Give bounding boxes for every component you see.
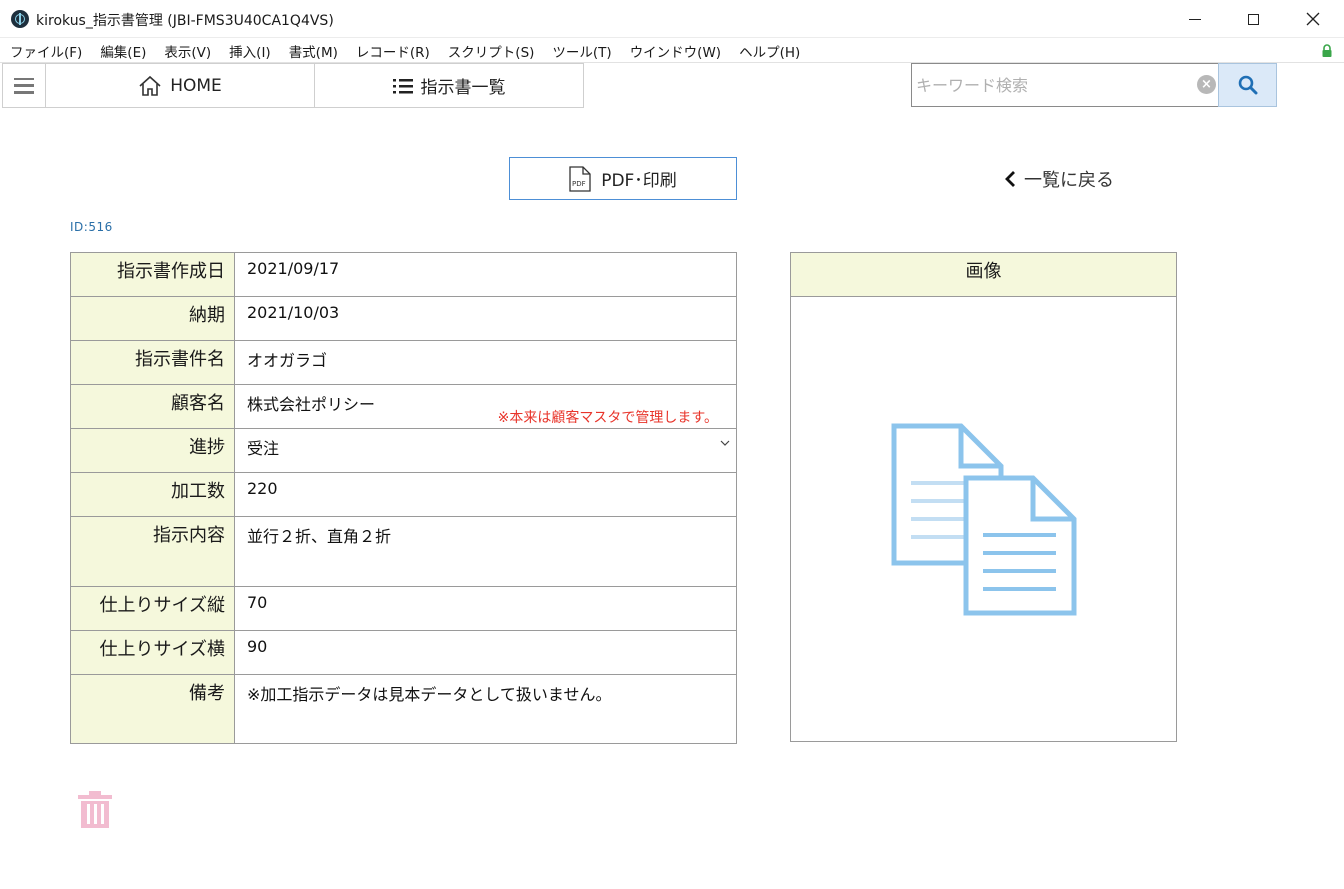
home-label: HOME [170,75,222,96]
minimize-button[interactable] [1166,0,1224,38]
field-label: 加工数 [71,473,235,516]
field-label: 指示内容 [71,517,235,586]
home-button[interactable]: HOME [45,63,315,108]
menu-record[interactable]: レコード(R) [347,41,439,61]
list-label: 指示書一覧 [420,78,506,98]
home-icon [139,75,161,96]
clear-search-icon[interactable]: × [1197,75,1216,94]
minimize-icon [1189,18,1201,20]
menu-file[interactable]: ファイル(F) [0,41,91,61]
search-box: × [911,63,1219,107]
finish-height-field[interactable]: 70 [235,587,736,630]
subject-field[interactable]: オオガラゴ [235,341,736,384]
pdf-file-icon: PDF [569,165,591,192]
search-button[interactable] [1218,63,1277,107]
created-date-field[interactable]: 2021/09/17 [235,253,736,296]
row-finish-width: 仕上りサイズ横 90 [71,631,736,675]
field-label: 仕上りサイズ横 [71,631,235,674]
field-label: 顧客名 [71,385,235,428]
row-progress: 進捗 受注 [71,429,736,473]
row-quantity: 加工数 220 [71,473,736,517]
back-to-list-link[interactable]: 一覧に戻る [1004,166,1114,192]
pdf-print-label: PDF･印刷 [601,171,677,191]
trash-icon[interactable] [77,790,113,830]
app-logo-icon [11,10,29,28]
chevron-down-icon [720,440,730,446]
field-label: 指示書作成日 [71,253,235,296]
chevron-left-icon [1005,171,1015,187]
menu-script[interactable]: スクリプト(S) [439,41,544,61]
finish-width-field[interactable]: 90 [235,631,736,674]
progress-value: 受注 [247,439,280,458]
menu-help[interactable]: ヘルプ(H) [730,41,809,61]
maximize-icon [1247,13,1259,25]
quantity-field[interactable]: 220 [235,473,736,516]
field-label: 備考 [71,675,235,743]
instruction-form: 指示書作成日 2021/09/17 納期 2021/10/03 指示書件名 オオ… [70,252,737,744]
due-date-field[interactable]: 2021/10/03 [235,297,736,340]
documents-icon[interactable] [891,423,1081,619]
menu-format[interactable]: 書式(M) [280,41,347,61]
menu-bar: ファイル(F) 編集(E) 表示(V) 挿入(I) 書式(M) レコード(R) … [0,39,1344,63]
customer-field[interactable]: 株式会社ポリシー ※本来は顧客マスタで管理します。 [235,385,736,428]
svg-text:PDF: PDF [572,180,586,188]
search-icon [1238,75,1257,95]
pdf-print-button[interactable]: PDF PDF･印刷 [509,157,737,200]
field-label: 仕上りサイズ縦 [71,587,235,630]
menu-tools[interactable]: ツール(T) [543,41,620,61]
image-header: 画像 [791,253,1176,297]
row-finish-height: 仕上りサイズ縦 70 [71,587,736,631]
customer-note: ※本来は顧客マスタで管理します。 [497,410,718,426]
image-panel: 画像 [790,252,1177,742]
record-id: ID:516 [70,220,113,234]
title-bar: kirokus_指示書管理 (JBI-FMS3U40CA1Q4VS) [0,0,1344,38]
row-subject: 指示書件名 オオガラゴ [71,341,736,385]
close-button[interactable] [1284,0,1342,38]
remarks-field[interactable]: ※加工指示データは見本データとして扱いません。 [235,675,736,743]
menu-edit[interactable]: 編集(E) [91,41,155,61]
row-remarks: 備考 ※加工指示データは見本データとして扱いません。 [71,675,736,743]
menu-insert[interactable]: 挿入(I) [220,41,280,61]
lock-icon [1322,44,1332,57]
list-icon [392,78,413,93]
row-created-date: 指示書作成日 2021/09/17 [71,253,736,297]
instructions-field[interactable]: 並行２折、直角２折 [235,517,736,586]
hamburger-menu-button[interactable] [2,63,46,108]
close-icon [1306,12,1320,26]
field-label: 指示書件名 [71,341,235,384]
menu-window[interactable]: ウインドウ(W) [621,41,730,61]
maximize-button[interactable] [1224,0,1282,38]
back-label: 一覧に戻る [1024,170,1114,191]
progress-select[interactable]: 受注 [235,429,736,472]
row-due-date: 納期 2021/10/03 [71,297,736,341]
window-title: kirokus_指示書管理 (JBI-FMS3U40CA1Q4VS) [36,13,334,29]
row-instructions: 指示内容 並行２折、直角２折 [71,517,736,587]
row-customer: 顧客名 株式会社ポリシー ※本来は顧客マスタで管理します。 [71,385,736,429]
instruction-list-button[interactable]: 指示書一覧 [314,63,584,108]
hamburger-icon [14,77,34,94]
field-label: 進捗 [71,429,235,472]
menu-view[interactable]: 表示(V) [155,41,220,61]
keyword-search-input[interactable] [916,68,1186,102]
customer-value: 株式会社ポリシー [247,395,376,414]
field-label: 納期 [71,297,235,340]
